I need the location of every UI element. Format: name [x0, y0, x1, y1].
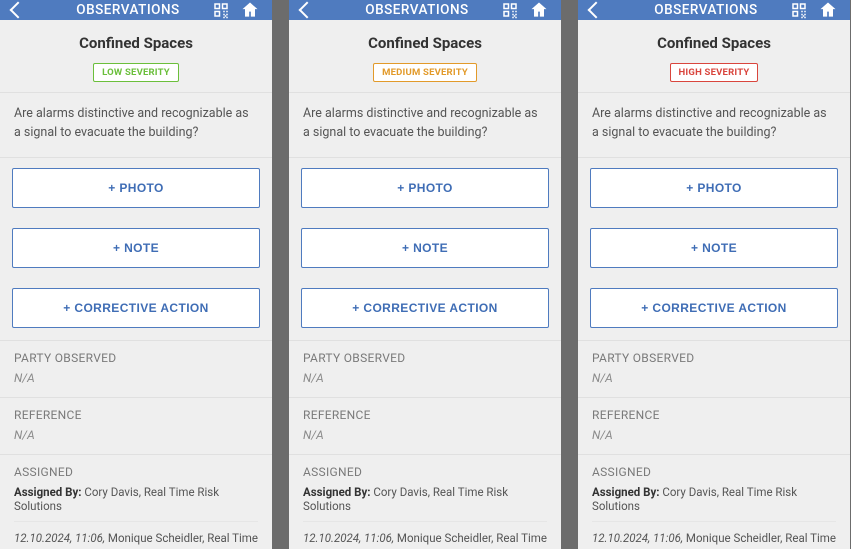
severity-badge: MEDIUM SEVERITY: [373, 63, 477, 82]
pane-2: OBSERVATIONS Confined Spaces HIGH SEVERI…: [578, 0, 850, 549]
party-observed-value: N/A: [303, 371, 547, 385]
add-note-button[interactable]: + NOTE: [301, 228, 549, 268]
party-observed-label: PARTY OBSERVED: [14, 351, 258, 365]
assignment-timestamp: 12.10.2024, 11:06,: [303, 531, 394, 545]
subheader: Confined Spaces HIGH SEVERITY: [578, 20, 850, 93]
question-text: Are alarms distinctive and recognizable …: [578, 93, 850, 158]
assigned-by-label: Assigned By:: [592, 485, 660, 499]
assigned-label: ASSIGNED: [14, 465, 258, 479]
chevron-left-icon: [299, 2, 316, 19]
assigned-by-row: Assigned By: Cory Davis, Real Time Risk …: [592, 485, 836, 522]
party-observed-label: PARTY OBSERVED: [303, 351, 547, 365]
add-note-button[interactable]: + NOTE: [590, 228, 838, 268]
reference-value: N/A: [14, 428, 258, 442]
assigned-by-row: Assigned By: Cory Davis, Real Time Risk …: [303, 485, 547, 522]
assigned-label: ASSIGNED: [303, 465, 547, 479]
home-icon[interactable]: [240, 0, 260, 20]
back-button[interactable]: [12, 4, 52, 16]
reference-label: REFERENCE: [592, 408, 836, 422]
section-title: Confined Spaces: [588, 34, 840, 52]
party-observed-value: N/A: [14, 371, 258, 385]
add-corrective-action-button[interactable]: + CORRECTIVE ACTION: [12, 288, 260, 328]
back-button[interactable]: [590, 4, 630, 16]
assigned-by-label: Assigned By:: [14, 485, 82, 499]
party-observed-section: PARTY OBSERVED N/A: [0, 341, 272, 398]
qr-icon[interactable]: [501, 1, 519, 19]
reference-section: REFERENCE N/A: [289, 398, 561, 455]
party-observed-value: N/A: [592, 371, 836, 385]
reference-value: N/A: [303, 428, 547, 442]
assignment-row: 12.10.2024, 11:06, Monique Scheidler, Re…: [303, 530, 547, 549]
question-text: Are alarms distinctive and recognizable …: [289, 93, 561, 158]
screen-title: OBSERVATIONS: [341, 2, 493, 18]
back-button[interactable]: [301, 4, 341, 16]
reference-label: REFERENCE: [303, 408, 547, 422]
action-buttons: + PHOTO + NOTE + CORRECTIVE ACTION: [0, 158, 272, 341]
action-buttons: + PHOTO + NOTE + CORRECTIVE ACTION: [289, 158, 561, 341]
assignment-timestamp: 12.10.2024, 11:06,: [14, 531, 105, 545]
add-note-button[interactable]: + NOTE: [12, 228, 260, 268]
assignment-timestamp: 12.10.2024, 11:06,: [592, 531, 683, 545]
question-text: Are alarms distinctive and recognizable …: [0, 93, 272, 158]
screen-title: OBSERVATIONS: [52, 2, 204, 18]
reference-value: N/A: [592, 428, 836, 442]
assignment-row: 12.10.2024, 11:06, Monique Scheidler, Re…: [592, 530, 836, 549]
topbar: OBSERVATIONS: [289, 0, 561, 20]
reference-label: REFERENCE: [14, 408, 258, 422]
chevron-left-icon: [10, 2, 27, 19]
assigned-by-row: Assigned By: Cory Davis, Real Time Risk …: [14, 485, 258, 522]
qr-icon[interactable]: [790, 1, 808, 19]
action-buttons: + PHOTO + NOTE + CORRECTIVE ACTION: [578, 158, 850, 341]
severity-badge: LOW SEVERITY: [93, 63, 179, 82]
screen-title: OBSERVATIONS: [630, 2, 782, 18]
home-icon[interactable]: [818, 0, 838, 20]
severity-badge: HIGH SEVERITY: [670, 63, 759, 82]
assigned-label: ASSIGNED: [592, 465, 836, 479]
topbar: OBSERVATIONS: [578, 0, 850, 20]
add-photo-button[interactable]: + PHOTO: [12, 168, 260, 208]
add-corrective-action-button[interactable]: + CORRECTIVE ACTION: [301, 288, 549, 328]
qr-icon[interactable]: [212, 1, 230, 19]
assignment-row: 12.10.2024, 11:06, Monique Scheidler, Re…: [14, 530, 258, 549]
add-photo-button[interactable]: + PHOTO: [301, 168, 549, 208]
assigned-section: ASSIGNED Assigned By: Cory Davis, Real T…: [578, 455, 850, 549]
pane-1: OBSERVATIONS Confined Spaces MEDIUM SEVE…: [289, 0, 561, 549]
add-corrective-action-button[interactable]: + CORRECTIVE ACTION: [590, 288, 838, 328]
party-observed-label: PARTY OBSERVED: [592, 351, 836, 365]
section-title: Confined Spaces: [10, 34, 262, 52]
topbar: OBSERVATIONS: [0, 0, 272, 20]
add-photo-button[interactable]: + PHOTO: [590, 168, 838, 208]
assigned-by-label: Assigned By:: [303, 485, 371, 499]
home-icon[interactable]: [529, 0, 549, 20]
reference-section: REFERENCE N/A: [578, 398, 850, 455]
assigned-section: ASSIGNED Assigned By: Cory Davis, Real T…: [289, 455, 561, 549]
subheader: Confined Spaces LOW SEVERITY: [0, 20, 272, 93]
chevron-left-icon: [588, 2, 605, 19]
party-observed-section: PARTY OBSERVED N/A: [578, 341, 850, 398]
reference-section: REFERENCE N/A: [0, 398, 272, 455]
subheader: Confined Spaces MEDIUM SEVERITY: [289, 20, 561, 93]
pane-0: OBSERVATIONS Confined Spaces LOW SEVERIT…: [0, 0, 272, 549]
section-title: Confined Spaces: [299, 34, 551, 52]
party-observed-section: PARTY OBSERVED N/A: [289, 341, 561, 398]
assigned-section: ASSIGNED Assigned By: Cory Davis, Real T…: [0, 455, 272, 549]
